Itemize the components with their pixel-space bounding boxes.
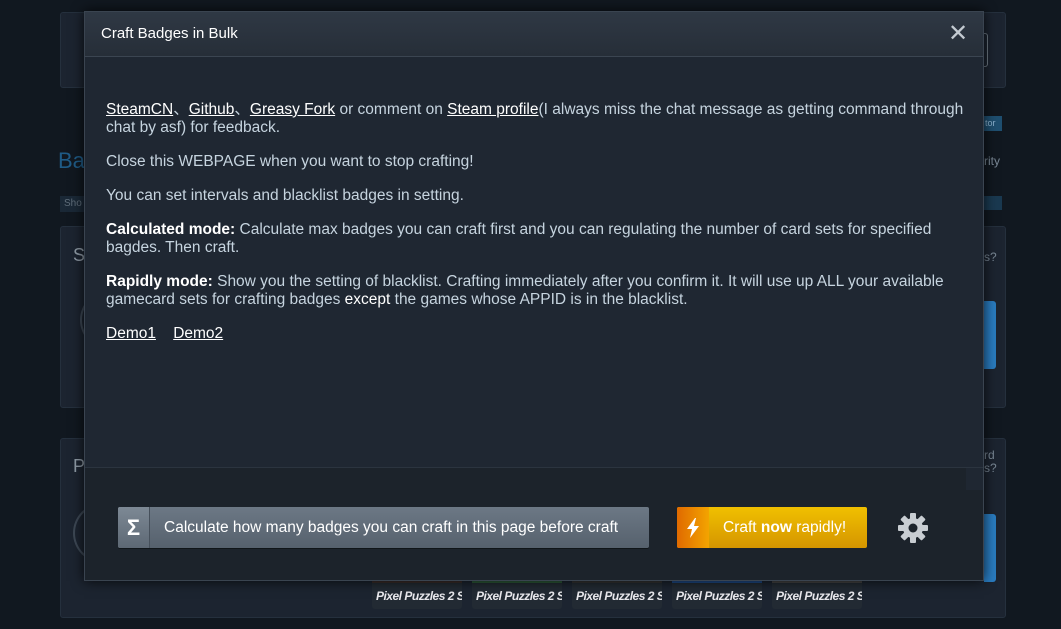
close-note: Close this WEBPAGE when you want to stop… <box>106 153 474 170</box>
link-github[interactable]: Github <box>189 101 235 118</box>
calculated-mode-label: Calculated mode: <box>106 221 236 238</box>
link-demo2[interactable]: Demo2 <box>173 325 223 342</box>
bg-page-title: Ba <box>58 148 85 173</box>
bg-card-thumbnail[interactable]: Pixel Puzzles 2 Space <box>572 581 662 609</box>
gear-icon[interactable] <box>895 510 931 546</box>
bg-card-thumbnail[interactable]: Pixel Puzzles 2 Space <box>772 581 862 609</box>
rapidly-mode-text-2: the games whose APPID is in the blacklis… <box>390 291 688 308</box>
craft-badges-modal: Craft Badges in Bulk ✕ SteamCN、Github、Gr… <box>84 11 984 581</box>
modal-footer: Σ Calculate how many badges you can craf… <box>85 467 983 580</box>
scrollbar-track[interactable] <box>968 58 983 467</box>
close-icon[interactable]: ✕ <box>947 22 969 46</box>
separator: 、 <box>173 101 189 118</box>
except-emphasis: except <box>344 291 391 308</box>
bg-sort-label[interactable]: rity <box>984 154 1000 168</box>
bg-filter-strip <box>984 196 1002 210</box>
bg-card-thumbnail-label: Pixel Puzzles 2 Space <box>376 589 462 603</box>
bg-card-thumbnail-label: Pixel Puzzles 2 Space <box>776 589 862 603</box>
bg-badge-link-2b[interactable]: s? <box>984 461 997 475</box>
modal-body: SteamCN、Github、Greasy Fork or comment on… <box>85 58 968 467</box>
craft-now-rapidly-button[interactable]: Craft now rapidly! <box>677 507 867 548</box>
modal-header: Craft Badges in Bulk ✕ <box>85 12 983 57</box>
link-steamcn[interactable]: SteamCN <box>106 101 173 118</box>
calculate-badges-button[interactable]: Σ Calculate how many badges you can craf… <box>118 507 649 548</box>
link-demo1[interactable]: Demo1 <box>106 325 156 342</box>
bg-card-thumbnail[interactable]: Pixel Puzzles 2 Space <box>372 581 462 609</box>
modal-title: Craft Badges in Bulk <box>101 25 238 42</box>
separator: 、 <box>234 101 250 118</box>
rapidly-mode-paragraph: Rapidly mode: Show you the setting of bl… <box>106 273 966 309</box>
bg-card-thumbnail[interactable]: Pixel Puzzles 2 Space <box>472 581 562 609</box>
calculate-button-label: Calculate how many badges you can craft … <box>164 518 619 536</box>
bg-card-thumbnail[interactable]: Pixel Puzzles 2 Space <box>672 581 762 609</box>
intro-mid-text: or comment on <box>335 101 448 118</box>
calculated-mode-paragraph: Calculated mode: Calculate max badges yo… <box>106 221 966 257</box>
craft-button-label: Craft now rapidly! <box>723 518 847 536</box>
lightning-icon <box>677 507 709 548</box>
link-steam-profile[interactable]: Steam profile <box>447 101 538 118</box>
intro-paragraph: SteamCN、Github、Greasy Fork or comment on… <box>106 101 966 137</box>
bg-card-thumbnail-label: Pixel Puzzles 2 Space <box>476 589 562 603</box>
bg-badge-link-1[interactable]: s? <box>984 250 997 264</box>
bg-tag: tor <box>984 116 1002 131</box>
bg-search-input[interactable] <box>984 33 988 67</box>
settings-note: You can set intervals and blacklist badg… <box>106 187 464 204</box>
bg-card-thumbnail-label: Pixel Puzzles 2 Space <box>576 589 662 603</box>
bg-card-thumbnail-label: Pixel Puzzles 2 Space <box>676 589 762 603</box>
link-greasy-fork[interactable]: Greasy Fork <box>250 101 335 118</box>
bg-badge-link-2a[interactable]: rd <box>984 448 995 462</box>
bg-craft-button-2[interactable] <box>984 514 996 582</box>
bg-craft-button-1[interactable] <box>984 301 996 369</box>
rapidly-mode-label: Rapidly mode: <box>106 273 213 290</box>
demo-links: Demo1 Demo2 <box>106 325 966 343</box>
sigma-icon: Σ <box>118 507 150 548</box>
scrollbar-end <box>966 468 983 490</box>
